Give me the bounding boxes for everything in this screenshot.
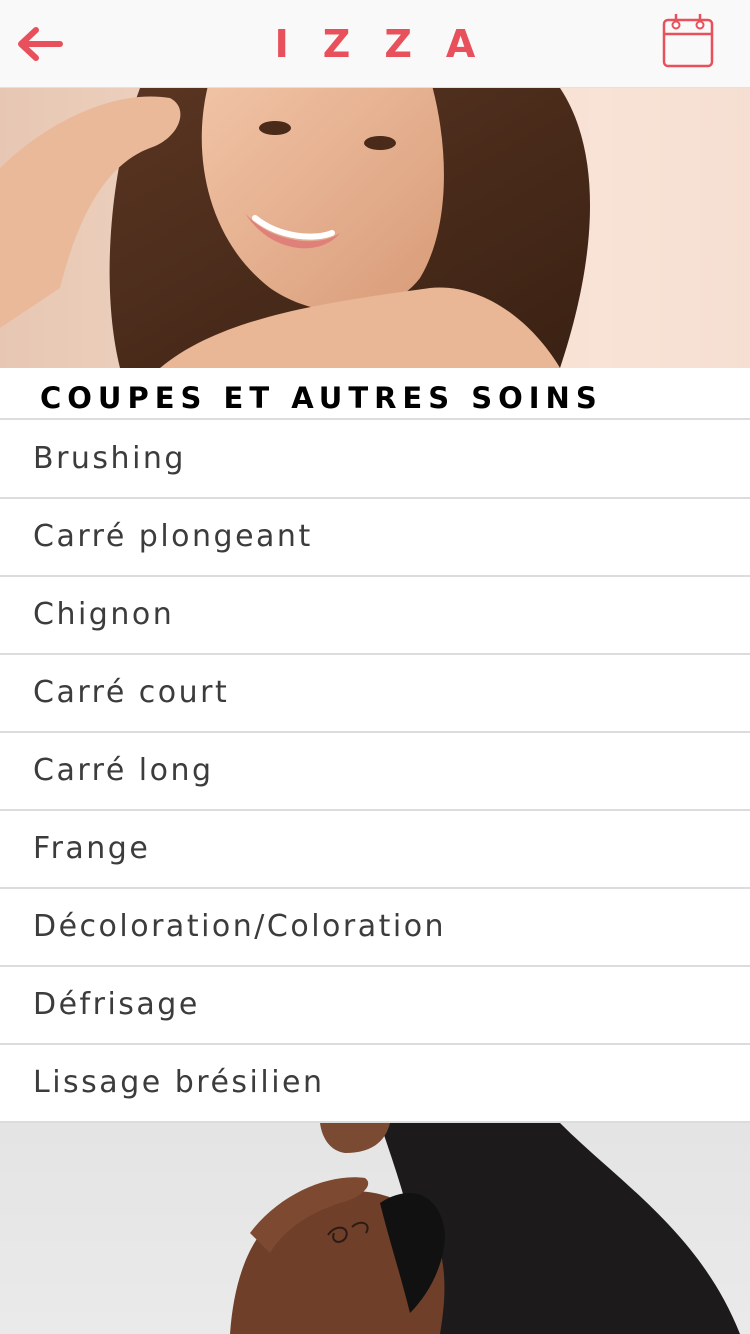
calendar-button[interactable] [660, 12, 716, 72]
list-item-label: Carré plongeant [33, 519, 313, 554]
list-item-label: Frange [33, 831, 151, 866]
hero-image [0, 88, 750, 368]
list-item-chignon[interactable]: Chignon [0, 577, 750, 655]
list-item-label: Défrisage [33, 987, 200, 1022]
list-item-carre-court[interactable]: Carré court [0, 655, 750, 733]
app-screen: IZZA COUPES ET AUTRES SOINS Brushing Car… [0, 0, 750, 1334]
brand-logo: IZZA [274, 22, 510, 66]
list-item-defrisage[interactable]: Défrisage [0, 967, 750, 1045]
list-item-decoloration-coloration[interactable]: Décoloration/Coloration [0, 889, 750, 967]
list-item-label: Carré court [33, 675, 230, 710]
calendar-icon [662, 14, 714, 68]
footer-image [0, 1123, 750, 1334]
list-item-lissage-bresilien[interactable]: Lissage brésilien [0, 1045, 750, 1123]
list-item-label: Décoloration/Coloration [33, 909, 447, 944]
list-item-label: Chignon [33, 597, 175, 632]
services-list: Brushing Carré plongeant Chignon Carré c… [0, 421, 750, 1123]
section-header: COUPES ET AUTRES SOINS [0, 368, 750, 420]
list-item-label: Lissage brésilien [33, 1065, 325, 1100]
list-item-carre-plongeant[interactable]: Carré plongeant [0, 499, 750, 577]
navigation-bar: IZZA [0, 0, 750, 88]
section-title: COUPES ET AUTRES SOINS [40, 381, 603, 415]
list-item-label: Brushing [33, 441, 186, 476]
list-item-label: Carré long [33, 753, 214, 788]
list-item-brushing[interactable]: Brushing [0, 421, 750, 499]
list-item-carre-long[interactable]: Carré long [0, 733, 750, 811]
list-item-frange[interactable]: Frange [0, 811, 750, 889]
hero-illustration [0, 88, 590, 368]
footer-illustration [230, 1123, 740, 1334]
